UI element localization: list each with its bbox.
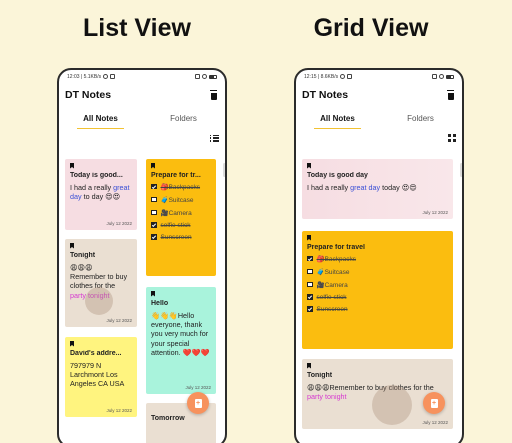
notification-icon: [110, 74, 116, 79]
wifi-icon: [202, 74, 207, 79]
bookmark-icon: [307, 163, 311, 169]
note-title: Prepare for tr...: [151, 171, 201, 179]
note-title: Hello: [151, 299, 169, 307]
app-title: DT Notes: [65, 89, 112, 101]
scroll-indicator[interactable]: [223, 163, 225, 177]
app-title: DT Notes: [302, 89, 349, 101]
checkbox-checked[interactable]: [151, 234, 157, 240]
battery-icon: [446, 74, 454, 79]
app-bar: DT Notes: [296, 83, 462, 107]
note-title: Prepare for travel: [307, 243, 365, 251]
bookmark-icon: [307, 363, 311, 369]
add-note-button[interactable]: [423, 392, 445, 414]
notes-list: Today is good... I had a really great da…: [59, 159, 225, 443]
note-date: July 12 2022: [422, 210, 448, 215]
note-body: I had a really great day to day 😍😍: [70, 182, 130, 201]
bookmark-icon: [70, 243, 74, 249]
checkbox-unchecked[interactable]: [307, 281, 313, 288]
grid-view-heading: Grid View: [313, 14, 429, 42]
note-date: July 12 2022: [185, 385, 211, 390]
checkbox-checked[interactable]: [151, 222, 157, 228]
note-title: Today is good...: [70, 171, 123, 179]
alarm-icon: [103, 74, 109, 79]
note-title: David's addre...: [70, 349, 122, 357]
trash-icon[interactable]: [446, 90, 455, 100]
note-body: 797979 N Larchmont Los Angeles CA USA: [70, 360, 125, 389]
checklist-item[interactable]: 🎒Backpacks: [151, 183, 211, 191]
checklist-item[interactable]: selfie stick: [151, 222, 211, 229]
note-card-travel[interactable]: Prepare for travel 🎒Backpacks 🧳Suitcase …: [302, 231, 453, 349]
checkbox-checked[interactable]: [307, 255, 313, 262]
checklist-item[interactable]: 🎥Camera: [307, 281, 448, 289]
trash-icon[interactable]: [209, 90, 218, 100]
bookmark-icon: [70, 163, 74, 169]
checkbox-checked[interactable]: [307, 294, 313, 300]
tab-bar: All Notes Folders: [59, 107, 225, 131]
note-body: I had a really great day today 😍😍: [307, 182, 417, 192]
notification-icon: [347, 74, 353, 79]
signal-icon: [432, 74, 437, 79]
checklist-item[interactable]: Sunscreen: [151, 234, 211, 241]
list-view-heading: List View: [83, 14, 191, 42]
checklist-item[interactable]: 🧳Suitcase: [307, 268, 448, 276]
add-note-icon: [194, 398, 202, 408]
bookmark-icon: [151, 163, 155, 169]
add-note-button[interactable]: [187, 392, 209, 414]
note-date: July 12 2022: [106, 408, 132, 413]
list-icon[interactable]: [210, 134, 219, 142]
note-title: Today is good day: [307, 171, 368, 179]
note-card-tonight[interactable]: Tonight 😩😩😩Remember to buy clothes for t…: [65, 239, 137, 327]
note-title: Tonight: [70, 251, 96, 259]
phone-list-view: 12:03 | 5.1KB/s DT Notes All Notes Folde…: [57, 68, 227, 443]
notes-grid: Today is good day I had a really great d…: [296, 159, 462, 443]
status-time: 12:03 | 5.1KB/s: [67, 73, 102, 80]
status-time: 12:15 | 8.6KB/s: [304, 73, 339, 80]
checkbox-checked[interactable]: [307, 306, 313, 312]
grid-icon[interactable]: [448, 134, 456, 142]
note-card-today[interactable]: Today is good day I had a really great d…: [302, 159, 453, 219]
tab-folders[interactable]: Folders: [142, 107, 225, 131]
note-title: Tomorrow: [151, 415, 185, 422]
bookmark-icon: [307, 235, 311, 241]
checklist-item[interactable]: 🎥Camera: [151, 209, 211, 217]
checklist-item[interactable]: 🎒Backpacks: [307, 255, 448, 263]
battery-icon: [209, 74, 217, 79]
status-bar: 12:15 | 8.6KB/s: [296, 70, 462, 83]
wifi-icon: [439, 74, 444, 79]
checklist-item[interactable]: Sunscreen: [307, 306, 448, 313]
note-date: July 12 2022: [106, 221, 132, 226]
app-bar: DT Notes: [59, 83, 225, 107]
alarm-icon: [340, 74, 346, 79]
checklist-item[interactable]: selfie stick: [307, 294, 448, 301]
note-date: July 12 2022: [422, 420, 448, 425]
checkbox-checked[interactable]: [151, 183, 157, 190]
bookmark-icon: [70, 341, 74, 347]
note-title: Tonight: [307, 371, 333, 379]
checkbox-unchecked[interactable]: [151, 209, 157, 216]
checklist-item[interactable]: 🧳Suitcase: [151, 196, 211, 204]
tab-all-notes[interactable]: All Notes: [296, 107, 379, 131]
tab-bar: All Notes Folders: [296, 107, 462, 131]
checkbox-unchecked[interactable]: [307, 268, 313, 275]
note-date: July 12 2022: [106, 318, 132, 323]
phone-grid-view: 12:15 | 8.6KB/s DT Notes All Notes Folde…: [294, 68, 464, 443]
status-bar: 12:03 | 5.1KB/s: [59, 70, 225, 83]
note-card-travel[interactable]: Prepare for tr... 🎒Backpacks 🧳Suitcase 🎥…: [146, 159, 216, 276]
note-body: 👋👋👋Hello everyone, thank you very much f…: [151, 310, 210, 357]
checkbox-unchecked[interactable]: [151, 196, 157, 203]
scroll-indicator[interactable]: [460, 163, 462, 177]
tab-folders[interactable]: Folders: [379, 107, 462, 131]
add-note-icon: [430, 398, 438, 408]
note-card-address[interactable]: David's addre... 797979 N Larchmont Los …: [65, 337, 137, 417]
signal-icon: [195, 74, 200, 79]
note-card-today[interactable]: Today is good... I had a really great da…: [65, 159, 137, 230]
tab-all-notes[interactable]: All Notes: [59, 107, 142, 131]
note-card-hello[interactable]: Hello 👋👋👋Hello everyone, thank you very …: [146, 287, 216, 394]
bookmark-icon: [151, 291, 155, 297]
